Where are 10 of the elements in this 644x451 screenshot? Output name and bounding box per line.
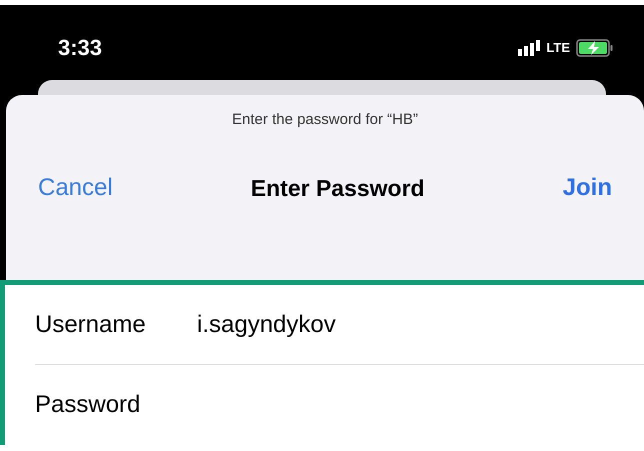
input-field[interactable]: i.sagyndykov <box>197 306 336 342</box>
signal-icon <box>518 40 540 56</box>
field-label: Password <box>35 390 142 420</box>
sheet-prompt: Enter the password for “HB” <box>232 110 418 130</box>
sheet-title: Enter Password <box>250 174 425 203</box>
join-button[interactable]: Join <box>562 170 612 206</box>
status-time: 3:33 <box>58 34 102 62</box>
cancel-button[interactable]: Cancel <box>38 170 113 206</box>
network-label: LTE <box>546 38 570 57</box>
field-label: Username <box>35 310 147 340</box>
